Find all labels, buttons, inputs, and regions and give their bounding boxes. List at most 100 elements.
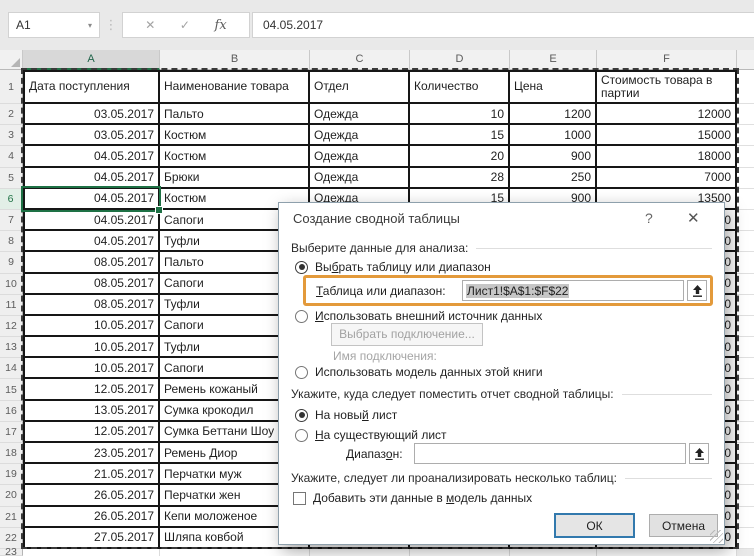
radio-new-worksheet[interactable]: На новый лист [295, 408, 397, 422]
collapse-dialog-button[interactable] [687, 280, 707, 301]
cell-A8[interactable]: 04.05.2017 [23, 231, 160, 252]
table-range-input[interactable]: Лист1!$A$1:$F$22 [462, 280, 684, 301]
empty-cell[interactable] [23, 549, 160, 556]
select-all-corner[interactable] [0, 50, 23, 70]
insert-function-icon[interactable]: fx [215, 18, 227, 33]
empty-cell[interactable] [737, 379, 754, 400]
empty-cell[interactable] [737, 189, 754, 210]
empty-cell[interactable] [160, 549, 310, 556]
column-header-C[interactable]: C [310, 50, 410, 70]
cell-A17[interactable]: 12.05.2017 [23, 422, 160, 443]
cell-A14[interactable]: 10.05.2017 [23, 358, 160, 379]
cell-A19[interactable]: 21.05.2017 [23, 464, 160, 485]
cell-A13[interactable]: 10.05.2017 [23, 337, 160, 358]
cell-A12[interactable]: 10.05.2017 [23, 316, 160, 337]
cell-A3[interactable]: 03.05.2017 [23, 125, 160, 146]
cell-A11[interactable]: 08.05.2017 [23, 295, 160, 316]
radio-existing-worksheet[interactable]: На существующий лист [295, 428, 447, 442]
chevron-down-icon[interactable]: ▾ [88, 21, 92, 30]
cancel-icon[interactable]: ✕ [145, 18, 155, 32]
empty-cell[interactable] [737, 337, 754, 358]
cell-E5[interactable]: 250 [510, 168, 597, 189]
close-icon[interactable]: ✕ [687, 209, 700, 227]
row-header-7[interactable]: 7 [0, 210, 23, 231]
cell-D3[interactable]: 15 [410, 125, 510, 146]
cell-B3[interactable]: Костюм [160, 125, 310, 146]
cell-A4[interactable]: 04.05.2017 [23, 146, 160, 167]
cell-F4[interactable]: 18000 [597, 146, 737, 167]
empty-cell[interactable] [737, 252, 754, 273]
column-header-B[interactable]: B [160, 50, 310, 70]
cell-A10[interactable]: 08.05.2017 [23, 274, 160, 295]
resize-grip[interactable] [710, 530, 723, 543]
empty-cell[interactable] [737, 528, 754, 549]
row-header-9[interactable]: 9 [0, 252, 23, 273]
cell-A7[interactable]: 04.05.2017 [23, 210, 160, 231]
cell-A22[interactable]: 27.05.2017 [23, 528, 160, 549]
row-header-5[interactable]: 5 [0, 168, 23, 189]
row-header-14[interactable]: 14 [0, 358, 23, 379]
cell-E3[interactable]: 1000 [510, 125, 597, 146]
empty-cell[interactable] [737, 358, 754, 379]
empty-cell[interactable] [737, 168, 754, 189]
empty-cell[interactable] [737, 274, 754, 295]
formula-input[interactable]: 04.05.2017 [252, 12, 754, 38]
cell-B1[interactable]: Наименование товара [160, 70, 310, 104]
cancel-button[interactable]: Отмена [649, 514, 718, 537]
row-header-11[interactable]: 11 [0, 295, 23, 316]
column-header-A[interactable]: A [23, 50, 160, 70]
collapse-dialog-button-2[interactable] [689, 443, 709, 464]
empty-cell[interactable] [737, 146, 754, 167]
row-header-partial[interactable]: 23 [0, 549, 23, 556]
cell-F1[interactable]: Стоимость товара в партии [597, 70, 737, 104]
cell-A15[interactable]: 12.05.2017 [23, 379, 160, 400]
empty-cell[interactable] [737, 443, 754, 464]
row-header-18[interactable]: 18 [0, 443, 23, 464]
choose-connection-button[interactable]: Выбрать подключение... [331, 323, 483, 346]
cell-C3[interactable]: Одежда [310, 125, 410, 146]
cell-A16[interactable]: 13.05.2017 [23, 401, 160, 422]
row-header-3[interactable]: 3 [0, 125, 23, 146]
cell-C5[interactable]: Одежда [310, 168, 410, 189]
enter-icon[interactable]: ✓ [180, 18, 190, 32]
name-box[interactable]: A1 ▾ [8, 12, 100, 38]
row-header-19[interactable]: 19 [0, 464, 23, 485]
radio-data-model[interactable]: Использовать модель данных этой книги [295, 365, 543, 379]
row-header-2[interactable]: 2 [0, 104, 23, 125]
row-header-13[interactable]: 13 [0, 337, 23, 358]
empty-cell[interactable] [597, 549, 737, 556]
cell-E2[interactable]: 1200 [510, 104, 597, 125]
empty-cell[interactable] [737, 231, 754, 252]
row-header-20[interactable]: 20 [0, 485, 23, 506]
cell-E1[interactable]: Цена [510, 70, 597, 104]
empty-cell[interactable] [737, 422, 754, 443]
empty-cell[interactable] [737, 464, 754, 485]
cell-A21[interactable]: 26.05.2017 [23, 507, 160, 528]
cell-C4[interactable]: Одежда [310, 146, 410, 167]
row-header-10[interactable]: 10 [0, 274, 23, 295]
row-header-15[interactable]: 15 [0, 379, 23, 400]
fill-handle[interactable] [155, 206, 163, 214]
ok-button[interactable]: ОК [554, 513, 635, 538]
cell-C1[interactable]: Отдел [310, 70, 410, 104]
cell-A20[interactable]: 26.05.2017 [23, 485, 160, 506]
row-header-16[interactable]: 16 [0, 401, 23, 422]
drag-handle-icon[interactable]: ⋮ [104, 14, 118, 36]
cell-F3[interactable]: 15000 [597, 125, 737, 146]
cell-B4[interactable]: Костюм [160, 146, 310, 167]
radio-select-table-or-range[interactable]: Выбрать таблицу или диапазон [295, 260, 491, 274]
cell-D2[interactable]: 10 [410, 104, 510, 125]
radio-external-source[interactable]: Использовать внешний источник данных [295, 309, 542, 323]
empty-cell[interactable] [737, 507, 754, 528]
cell-A2[interactable]: 03.05.2017 [23, 104, 160, 125]
empty-cell[interactable] [737, 70, 754, 104]
cell-E4[interactable]: 900 [510, 146, 597, 167]
empty-cell[interactable] [410, 549, 510, 556]
location-range-input[interactable] [414, 443, 686, 464]
cell-A1[interactable]: Дата поступления [23, 70, 160, 104]
cell-A9[interactable]: 08.05.2017 [23, 252, 160, 273]
row-header-12[interactable]: 12 [0, 316, 23, 337]
empty-cell[interactable] [737, 295, 754, 316]
empty-cell[interactable] [737, 104, 754, 125]
help-icon[interactable]: ? [645, 210, 653, 226]
